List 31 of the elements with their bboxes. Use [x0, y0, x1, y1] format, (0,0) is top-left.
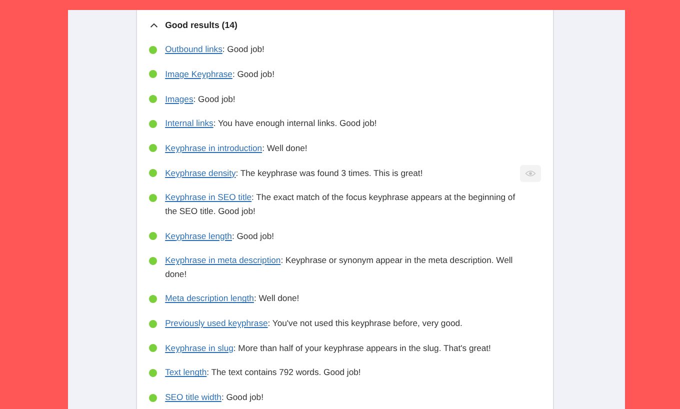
- result-message: Keyphrase density: The keyphrase was found 3 times. This is great!: [165, 166, 424, 180]
- result-message: Keyphrase in slug: More than half of your keyphrase appears in the slug. That's great!: [165, 342, 492, 355]
- result-link[interactable]: Keyphrase in slug: [165, 342, 234, 353]
- result-message: Keyphrase in meta description: Keyphrase or synonym appear in the meta description. Well done!: [165, 254, 514, 281]
- result-message: Images: Good job!: [165, 92, 236, 106]
- result-message: Keyphrase length: Good job!: [165, 230, 276, 243]
- result-link[interactable]: Keyphrase density: [165, 168, 236, 178]
- result-link[interactable]: Outbound links: [165, 44, 222, 54]
- result-link[interactable]: Meta description length: [165, 293, 254, 304]
- result-link[interactable]: Keyphrase in meta description: [165, 255, 281, 266]
- result-message: Previously used keyphrase: You've not used this keyphrase before, very good.: [165, 317, 464, 330]
- section-toggle[interactable]: Good results (14): [165, 18, 238, 32]
- result-message: Keyphrase in SEO title: The exact match of the focus keyphrase appears at the beginning of the SEO title. Good job!: [165, 191, 516, 218]
- result-message: SEO title width: Good job!: [165, 391, 264, 404]
- chevron-icon[interactable]: [150, 22, 158, 28]
- result-message: Internal links: You have enough internal links. Good job!: [165, 117, 378, 130]
- result-message: Keyphrase in introduction: Well done!: [165, 142, 308, 155]
- result-link[interactable]: Text length: [165, 367, 207, 378]
- result-link[interactable]: SEO title width: [165, 392, 222, 402]
- result-link[interactable]: Image Keyphrase: [165, 68, 232, 79]
- result-link[interactable]: Keyphrase length: [165, 230, 232, 240]
- result-message: Text length: The text contains 792 words. Good job!: [165, 366, 362, 380]
- eye-icon: [525, 170, 536, 177]
- result-message: Outbound links: Good job!: [165, 43, 266, 56]
- result-link[interactable]: Keyphrase in introduction: [165, 142, 262, 153]
- result-link[interactable]: Keyphrase in SEO title: [165, 192, 252, 202]
- result-link[interactable]: Internal links: [165, 118, 214, 128]
- result-link[interactable]: Previously used keyphrase: [165, 318, 268, 328]
- result-link[interactable]: Images: [165, 94, 194, 104]
- result-message: Meta description length: Well done!: [165, 292, 300, 306]
- result-message: Image Keyphrase: Good job!: [165, 68, 276, 81]
